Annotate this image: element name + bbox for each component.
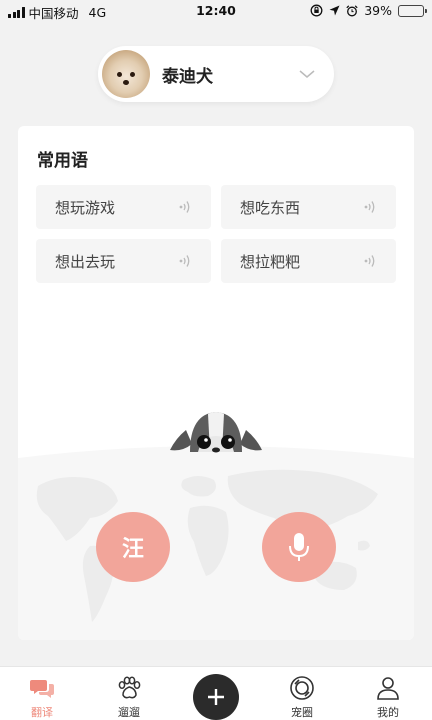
phrase-item[interactable]: 想吃东西 <box>221 185 396 229</box>
phrase-grid: 想玩游戏 想吃东西 想出去玩 想拉粑粑 <box>36 185 396 283</box>
dog-mascot-illustration <box>170 412 262 453</box>
bark-button[interactable]: 汪 <box>96 512 170 582</box>
pet-name: 泰迪犬 <box>162 66 213 87</box>
phrase-label: 想玩游戏 <box>55 198 116 217</box>
phrase-item[interactable]: 想拉粑粑 <box>221 239 396 283</box>
microphone-button[interactable] <box>262 512 336 582</box>
sound-icon <box>179 201 190 213</box>
tab-label: 遛遛 <box>118 706 140 719</box>
bark-button-label: 汪 <box>121 537 144 562</box>
sound-icon <box>364 255 375 267</box>
avatar-eye-right <box>130 72 135 77</box>
tab-translate[interactable]: 翻译 <box>12 667 72 720</box>
phrase-label: 想出去玩 <box>55 252 116 271</box>
phrase-label: 想吃东西 <box>240 198 301 217</box>
person-icon <box>377 677 399 700</box>
alarm-icon <box>346 4 358 16</box>
add-button[interactable] <box>193 674 239 720</box>
phrases-title: 常用语 <box>37 151 88 171</box>
plus-icon <box>208 689 224 705</box>
tab-label: 翻译 <box>31 706 53 719</box>
pet-selector[interactable]: 泰迪犬 <box>98 46 334 102</box>
tab-label: 宠圈 <box>291 706 313 719</box>
avatar-eye-left <box>117 72 122 77</box>
battery-percent: 39% <box>364 3 392 18</box>
chat-bubbles-icon <box>30 680 54 698</box>
translator-card: 常用语 想玩游戏 想吃东西 想出去玩 想拉粑粑 汪 <box>18 126 414 640</box>
tab-walk[interactable]: 遛遛 <box>99 667 159 720</box>
phrase-item[interactable]: 想出去玩 <box>36 239 211 283</box>
location-arrow-icon <box>329 5 340 16</box>
chevron-down-icon[interactable] <box>294 64 320 84</box>
pet-avatar <box>102 50 150 98</box>
sound-icon <box>364 201 375 213</box>
tab-label: 我的 <box>377 706 399 719</box>
status-bar: 中国移动 4G 12:40 39% <box>0 0 432 22</box>
phrase-label: 想拉粑粑 <box>240 252 301 271</box>
world-map-illustration <box>18 446 414 640</box>
camera-ring-icon <box>290 676 314 700</box>
avatar-nose <box>123 80 129 85</box>
status-right: 39% <box>310 3 427 18</box>
tab-circle[interactable]: 宠圈 <box>272 667 332 720</box>
microphone-icon <box>289 533 309 561</box>
paw-icon <box>118 676 141 699</box>
rotation-lock-icon <box>310 4 323 17</box>
tab-profile[interactable]: 我的 <box>358 667 418 720</box>
phrase-item[interactable]: 想玩游戏 <box>36 185 211 229</box>
sound-icon <box>179 255 190 267</box>
battery-icon <box>398 4 427 17</box>
